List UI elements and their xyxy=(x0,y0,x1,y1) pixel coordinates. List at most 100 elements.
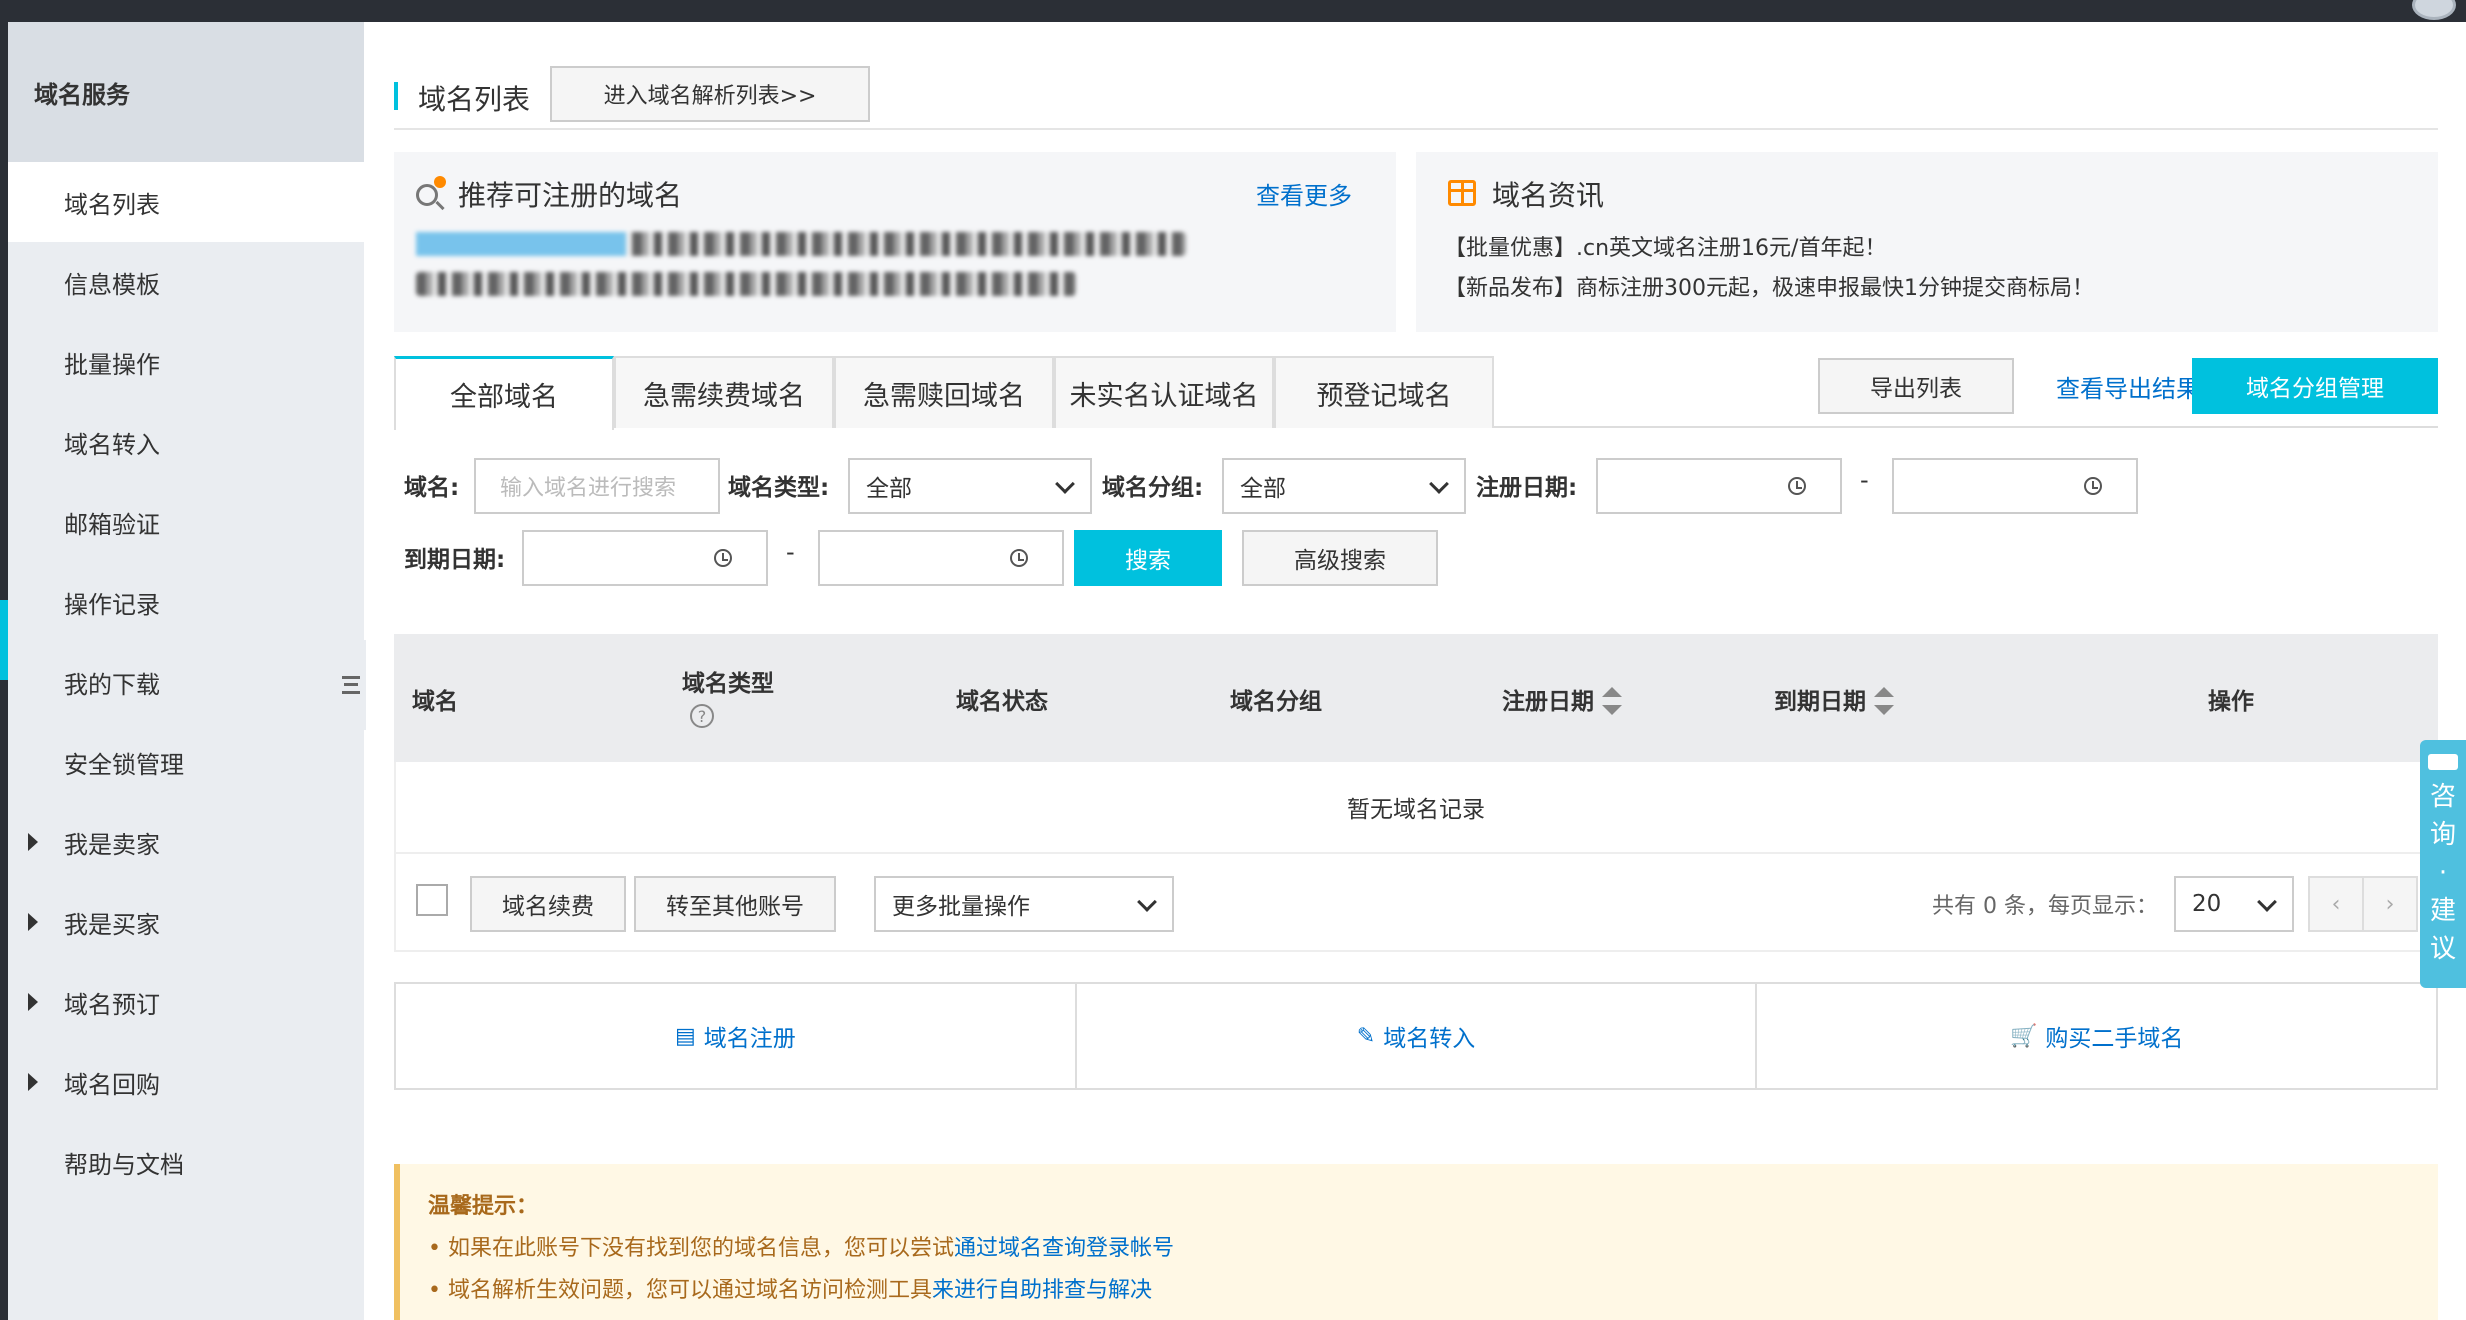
renew-button[interactable]: 域名续费 xyxy=(470,876,626,932)
sidebar-item-email-verify[interactable]: 邮箱验证 xyxy=(8,482,364,562)
recommend-more-link[interactable]: 查看更多 xyxy=(1256,176,1352,211)
sidebar-item-help[interactable]: 帮助与文档 xyxy=(8,1122,364,1202)
sidebar-item-security-lock[interactable]: 安全锁管理 xyxy=(8,722,364,802)
reg-date-end[interactable] xyxy=(1892,458,2138,514)
sidebar-item-label: 批量操作 xyxy=(64,350,160,379)
clock-icon xyxy=(1788,477,1806,495)
user-avatar[interactable] xyxy=(2412,0,2456,20)
pencil-icon: ✎ xyxy=(1356,1023,1376,1049)
dns-list-button[interactable]: 进入域名解析列表>> xyxy=(550,66,870,122)
sidebar-item-label: 邮箱验证 xyxy=(64,510,160,539)
sidebar-item-label: 域名列表 xyxy=(64,190,160,219)
exp-date-start[interactable] xyxy=(522,530,768,586)
feedback-char: 建 xyxy=(2429,896,2456,926)
feedback-tab[interactable]: 咨 询 · 建 议 xyxy=(2420,740,2466,988)
chevron-down-icon xyxy=(2257,892,2277,912)
sidebar-item-buyer[interactable]: 我是买家 xyxy=(8,882,364,962)
recommended-domains-blurred[interactable] xyxy=(416,272,1076,296)
group-select[interactable]: 全部 xyxy=(1222,458,1466,514)
sidebar-item-label: 我的下载 xyxy=(64,670,160,699)
domain-search-input[interactable]: 输入域名进行搜索 xyxy=(474,458,720,514)
transfer-in-link[interactable]: ✎ 域名转入 xyxy=(1077,984,1758,1088)
sidebar-item-label: 域名预订 xyxy=(64,990,160,1019)
page-size-select[interactable]: 20 xyxy=(2174,876,2294,932)
exp-date-end[interactable] xyxy=(818,530,1064,586)
buy-secondhand-link[interactable]: 🛒 购买二手域名 xyxy=(1757,984,2436,1088)
exp-date-label: 到期日期: xyxy=(404,547,506,573)
news-panel: 域名资讯 【批量优惠】.cn英文域名注册16元/首年起！ 【新品发布】商标注册3… xyxy=(1416,152,2438,332)
sidebar-item-label: 域名回购 xyxy=(64,1070,160,1099)
col-status: 域名状态 xyxy=(956,689,1048,715)
chevron-down-icon xyxy=(1055,474,1075,494)
action-label: 域名注册 xyxy=(703,1026,796,1052)
caret-right-icon xyxy=(28,1073,38,1091)
group-manage-button[interactable]: 域名分组管理 xyxy=(2192,358,2438,414)
table-header: 域名 域名类型 ? 域名状态 域名分组 注册日期 到期日期 操作 xyxy=(394,634,2438,762)
col-reg-date-label: 注册日期 xyxy=(1502,689,1594,715)
sidebar-item-label: 帮助与文档 xyxy=(64,1150,184,1179)
register-icon: ▤ xyxy=(674,1023,696,1049)
recommended-domains-blurred[interactable] xyxy=(416,232,1186,256)
advanced-search-button[interactable]: 高级搜索 xyxy=(1242,530,1438,586)
col-domain: 域名 xyxy=(412,689,458,715)
empty-row: 暂无域名记录 xyxy=(394,762,2438,854)
recommend-panel: 推荐可注册的域名 查看更多 xyxy=(394,152,1396,332)
page-size-value: 20 xyxy=(2192,891,2222,917)
tip-text: • 如果在此账号下没有找到您的域名信息，您可以尝试 xyxy=(428,1236,954,1261)
transfer-account-button[interactable]: 转至其他账号 xyxy=(634,876,836,932)
tab-unverified[interactable]: 未实名认证域名 xyxy=(1054,356,1274,428)
sidebar-item-label: 安全锁管理 xyxy=(64,750,184,779)
sidebar-item-transfer-in[interactable]: 域名转入 xyxy=(8,402,364,482)
sidebar-item-label: 域名转入 xyxy=(64,430,160,459)
sidebar-item-downloads[interactable]: 我的下载 xyxy=(8,642,364,722)
sidebar-item-info-template[interactable]: 信息模板 xyxy=(8,242,364,322)
sidebar-collapse-toggle[interactable] xyxy=(336,640,366,730)
type-filter-label: 域名类型: xyxy=(728,475,830,501)
col-group: 域名分组 xyxy=(1230,689,1322,715)
chat-icon xyxy=(2428,754,2458,770)
sidebar-item-label: 我是买家 xyxy=(64,910,160,939)
self-check-link[interactable]: 来进行自助排查与解决 xyxy=(932,1278,1152,1303)
cart-icon: 🛒 xyxy=(2009,1023,2038,1049)
sidebar-item-reserve[interactable]: 域名预订 xyxy=(8,962,364,1042)
action-label: 域名转入 xyxy=(1383,1026,1476,1052)
type-select[interactable]: 全部 xyxy=(848,458,1092,514)
reg-date-start[interactable] xyxy=(1596,458,1842,514)
chevron-down-icon xyxy=(1429,474,1449,494)
col-exp-date[interactable]: 到期日期 xyxy=(1774,682,1894,716)
news-item[interactable]: 【批量优惠】.cn英文域名注册16元/首年起！ xyxy=(1444,230,1886,262)
sidebar-item-domain-list[interactable]: 域名列表 xyxy=(8,162,364,242)
sidebar-item-label: 信息模板 xyxy=(64,270,160,299)
group-select-value: 全部 xyxy=(1240,476,1286,502)
select-all-checkbox[interactable] xyxy=(416,884,448,916)
batch-ops-select[interactable]: 更多批量操作 xyxy=(874,876,1174,932)
tab-preregistered[interactable]: 预登记域名 xyxy=(1274,356,1494,428)
tab-redeem-urgent[interactable]: 急需赎回域名 xyxy=(834,356,1054,428)
sidebar-item-buyback[interactable]: 域名回购 xyxy=(8,1042,364,1122)
sidebar-item-seller[interactable]: 我是卖家 xyxy=(8,802,364,882)
col-reg-date[interactable]: 注册日期 xyxy=(1502,682,1622,716)
tip-line: • 如果在此账号下没有找到您的域名信息，您可以尝试通过域名查询登录帐号 xyxy=(428,1230,1174,1262)
sidebar: 域名服务 域名列表 信息模板 批量操作 域名转入 邮箱验证 操作记录 我的下载 … xyxy=(8,22,364,1320)
next-page-button[interactable]: › xyxy=(2362,876,2418,932)
prev-page-button[interactable]: ‹ xyxy=(2308,876,2364,932)
caret-right-icon xyxy=(28,993,38,1011)
register-domain-link[interactable]: ▤ 域名注册 xyxy=(396,984,1077,1088)
sidebar-item-op-log[interactable]: 操作记录 xyxy=(8,562,364,642)
help-circle-icon[interactable]: ? xyxy=(690,704,714,728)
sidebar-item-label: 操作记录 xyxy=(64,590,160,619)
search-button[interactable]: 搜索 xyxy=(1074,530,1222,586)
login-lookup-link[interactable]: 通过域名查询登录帐号 xyxy=(954,1236,1174,1261)
page-title-bar: 域名列表 进入域名解析列表>> xyxy=(394,66,2438,130)
tab-all-domains[interactable]: 全部域名 xyxy=(394,356,614,430)
search-icon xyxy=(416,184,438,206)
col-actions: 操作 xyxy=(2208,689,2254,715)
sidebar-item-batch-ops[interactable]: 批量操作 xyxy=(8,322,364,402)
notice-dot-icon xyxy=(434,176,446,188)
chevron-down-icon xyxy=(1137,892,1157,912)
news-item[interactable]: 【新品发布】商标注册300元起，极速申报最快1分钟提交商标局！ xyxy=(1444,270,2094,302)
table-footer: 域名续费 转至其他账号 更多批量操作 共有 0 条，每页显示： 20 ‹ › xyxy=(394,854,2438,952)
export-list-button[interactable]: 导出列表 xyxy=(1818,358,2014,414)
tips-title: 温馨提示： xyxy=(428,1194,539,1219)
tab-renew-urgent[interactable]: 急需续费域名 xyxy=(614,356,834,428)
